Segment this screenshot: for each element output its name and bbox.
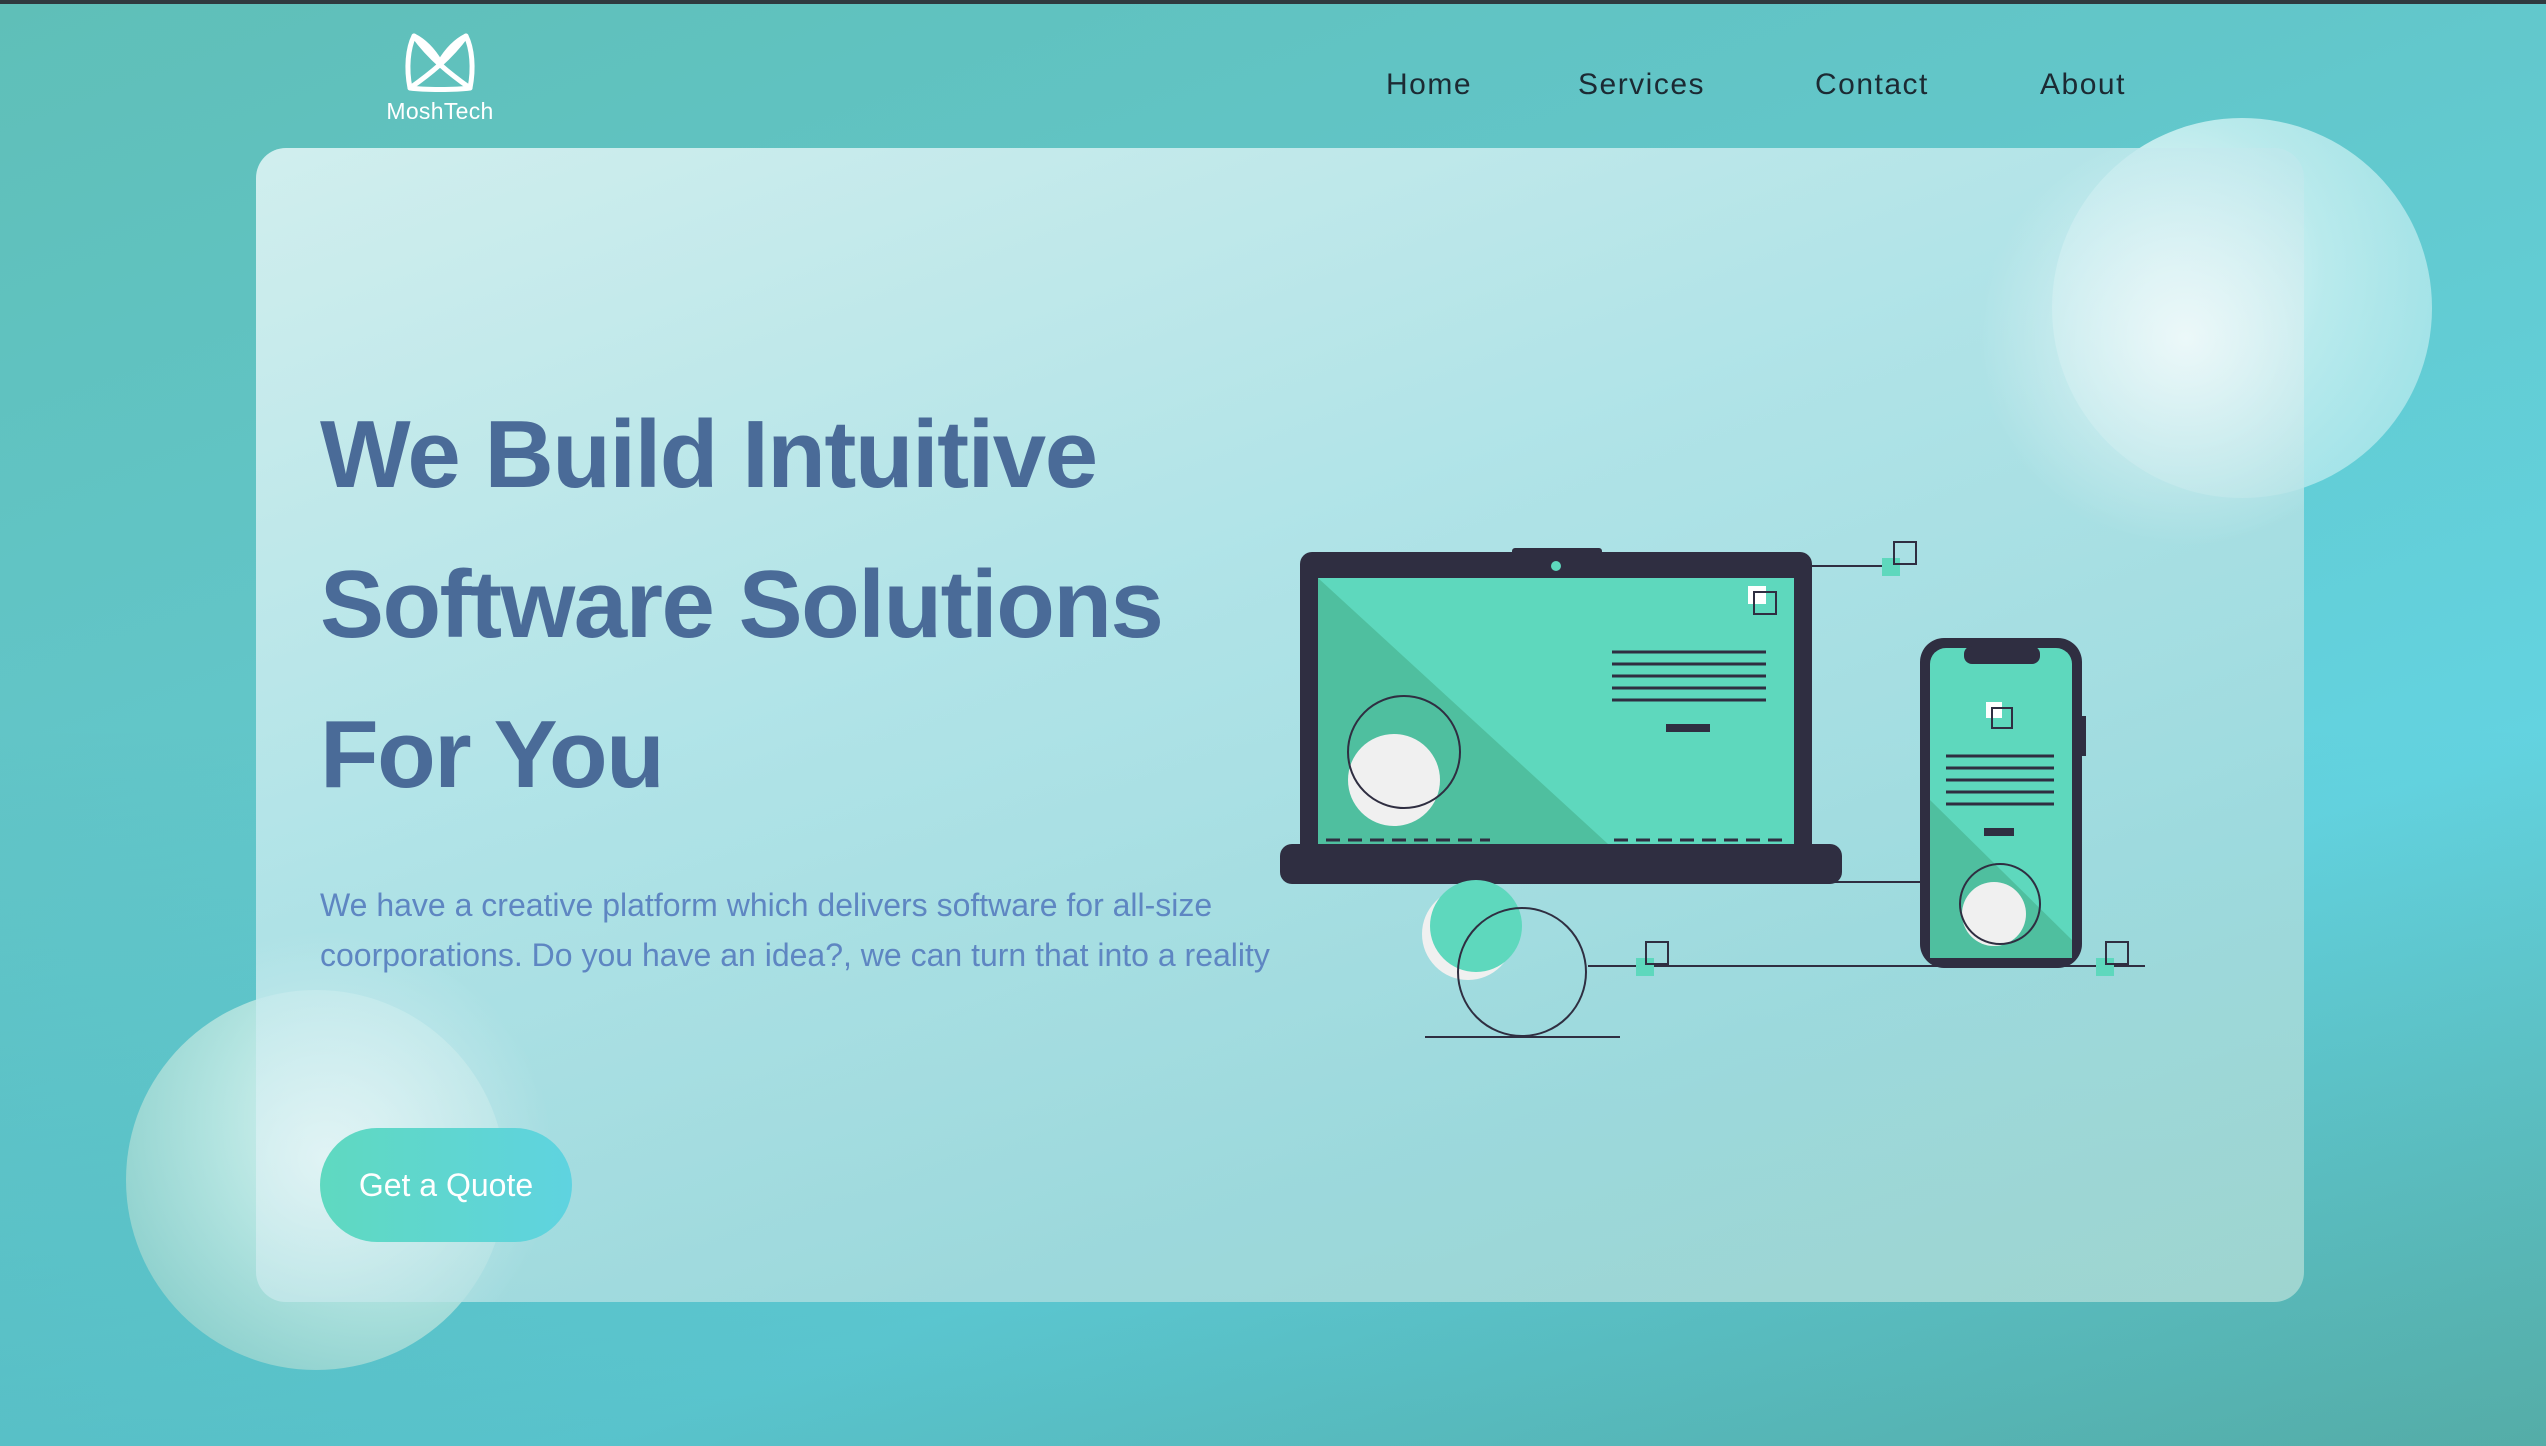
get-a-quote-button[interactable]: Get a Quote [320, 1128, 572, 1242]
headline-line-2: Software Solutions [320, 551, 1164, 658]
hero-headline: We Build Intuitive Software Solutions Fo… [320, 380, 1320, 830]
headline-line-3: For You [320, 701, 665, 808]
decorative-circles [1422, 880, 1587, 1037]
nav-about[interactable]: About [2040, 68, 2126, 102]
laptop-icon [1280, 548, 1842, 884]
devices-illustration [1280, 541, 2145, 1038]
hero-description: We have a creative platform which delive… [320, 887, 1270, 973]
nav-contact[interactable]: Contact [1815, 68, 1929, 102]
nav-home[interactable]: Home [1386, 68, 1472, 102]
card-glow-bottom [256, 928, 556, 1302]
smartphone-icon [1920, 638, 2086, 968]
main-nav: Home Services Contact About [0, 68, 2546, 108]
card-glow [1976, 148, 2304, 548]
nav-services[interactable]: Services [1578, 68, 1705, 102]
headline-line-1: We Build Intuitive [320, 401, 1098, 508]
